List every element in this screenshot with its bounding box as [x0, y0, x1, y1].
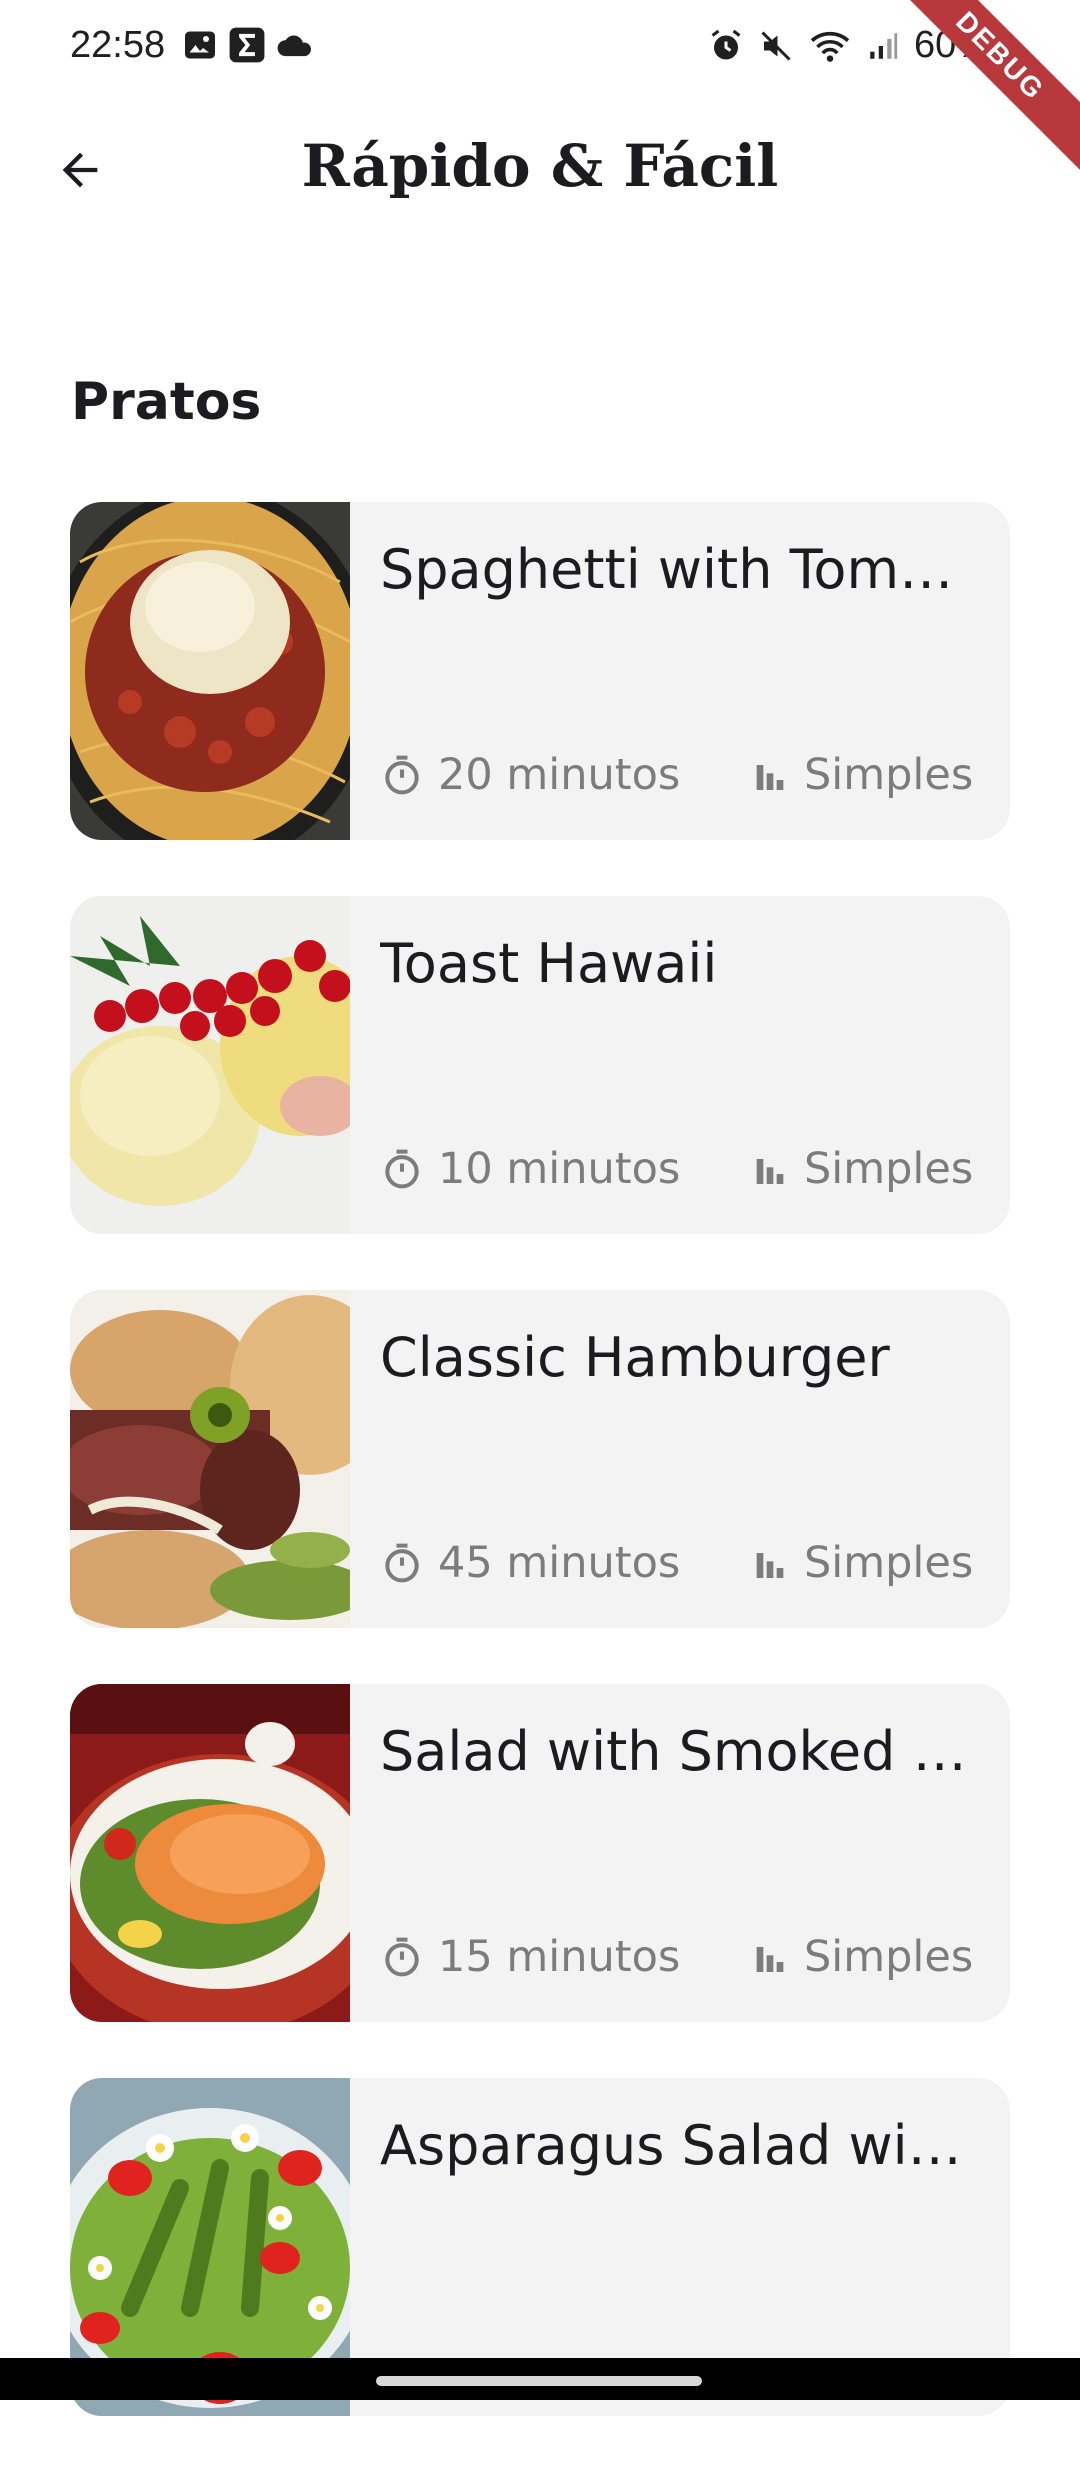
meal-image — [70, 1290, 350, 1628]
image-icon — [185, 31, 215, 59]
meal-card[interactable]: Toast Hawaii 10 minutos Simples — [70, 896, 1010, 1234]
page-title: Rápido & Fácil — [301, 132, 779, 200]
timer-icon — [385, 1937, 419, 1977]
duration: 15 minutos — [380, 1932, 680, 1982]
meal-image — [70, 1684, 350, 2022]
section-title: Pratos — [71, 372, 262, 432]
meal-image — [70, 502, 350, 840]
duration: 45 minutos — [380, 1538, 680, 1588]
meal-card[interactable]: Salad with Smoked … 15 minutos Simples — [70, 1684, 1010, 2022]
timer-icon — [385, 755, 419, 795]
complexity: Simples — [750, 750, 973, 800]
mute-icon — [761, 30, 791, 61]
complexity: Simples — [750, 1144, 973, 1194]
meal-card[interactable]: Classic Hamburger 45 minutos Simples — [70, 1290, 1010, 1628]
meal-title: Toast Hawaii — [380, 932, 718, 995]
timer-icon — [385, 1543, 419, 1583]
signal-icon — [870, 32, 898, 59]
bar-chart-icon — [756, 1159, 784, 1184]
bar-chart-icon — [756, 765, 784, 790]
complexity: Simples — [750, 1538, 973, 1588]
status-time: 22:58 — [70, 24, 166, 66]
complexity: Simples — [750, 1932, 973, 1982]
meal-title: Spaghetti with Tom… — [380, 538, 954, 601]
bar-chart-icon — [756, 1553, 784, 1578]
alarm-icon — [711, 29, 741, 59]
bar-chart-icon — [756, 1947, 784, 1972]
sigma-icon — [229, 27, 265, 63]
meal-title: Salad with Smoked … — [380, 1720, 967, 1783]
meal-title: Classic Hamburger — [380, 1326, 890, 1389]
home-indicator[interactable] — [376, 2376, 702, 2386]
meal-title: Asparagus Salad wi… — [380, 2114, 962, 2177]
meal-image — [70, 896, 350, 1234]
duration: 10 minutos — [380, 1144, 680, 1194]
wifi-icon — [810, 31, 850, 62]
meal-card[interactable]: Spaghetti with Tom… 20 minutos Simples — [70, 502, 1010, 840]
timer-icon — [385, 1149, 419, 1189]
status-bar: 22:58 60% — [0, 0, 1080, 96]
meal-list: Spaghetti with Tom… 20 minutos Simples T… — [70, 502, 1010, 2472]
cloud-icon — [277, 35, 311, 57]
app-bar: Rápido & Fácil — [0, 96, 1080, 248]
duration: 20 minutos — [380, 750, 680, 800]
